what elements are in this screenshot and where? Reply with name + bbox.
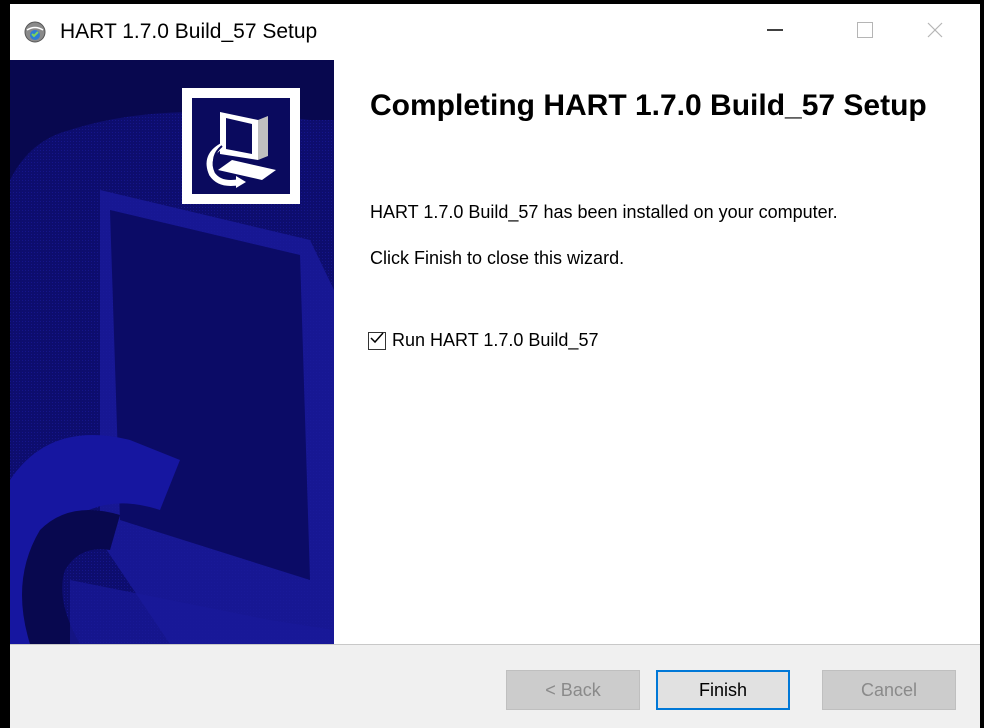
wizard-banner (10, 60, 334, 644)
maximize-icon (855, 20, 875, 45)
run-app-checkbox[interactable]: Run HART 1.7.0 Build_57 (368, 330, 598, 351)
minimize-icon (765, 20, 785, 45)
installed-message: HART 1.7.0 Build_57 has been installed o… (370, 202, 838, 222)
installer-computer-icon (192, 112, 290, 198)
minimize-button[interactable] (730, 4, 820, 60)
page-title: Completing HART 1.7.0 Build_57 Setup (370, 89, 927, 122)
finish-instruction: Click Finish to close this wizard. (370, 248, 625, 268)
checkbox-box[interactable] (368, 330, 386, 351)
back-button[interactable]: < Back (506, 670, 640, 710)
close-button[interactable] (890, 4, 980, 60)
title-bar[interactable]: HART 1.7.0 Build_57 Setup (10, 4, 980, 60)
cancel-button[interactable]: Cancel (822, 670, 956, 710)
finish-button[interactable]: Finish (656, 670, 790, 710)
setup-globe-icon (24, 21, 46, 43)
checkmark-icon (369, 330, 385, 351)
close-icon (925, 20, 945, 45)
setup-window: HART 1.7.0 Build_57 Setup Completing HAR… (0, 0, 984, 728)
installer-logo (182, 88, 300, 204)
run-app-label: Run HART 1.7.0 Build_57 (392, 330, 599, 350)
wizard-footer: < Back Finish Cancel (10, 645, 980, 728)
window-title: HART 1.7.0 Build_57 Setup (60, 20, 318, 43)
